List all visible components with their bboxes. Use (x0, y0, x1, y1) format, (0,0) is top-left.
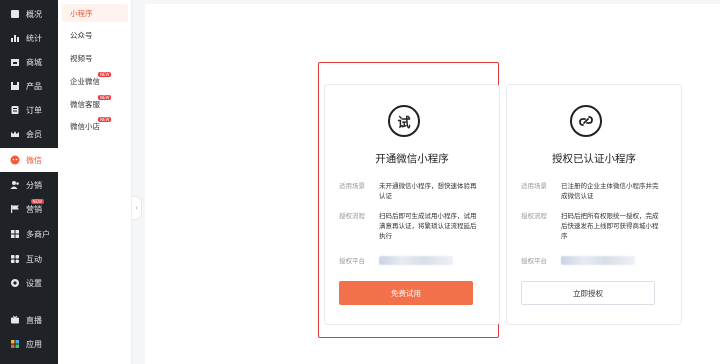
nav-item-settings[interactable]: 设置 (0, 271, 58, 295)
nav-item-wechat[interactable]: 微信 (0, 148, 58, 172)
nav-item-label: 概况 (26, 9, 42, 19)
platform-label: 授权平台 (339, 257, 365, 265)
mini-program-logo-icon (570, 105, 602, 137)
link-icon (579, 116, 593, 126)
scene-label: 适用场景 (339, 182, 365, 190)
card-title: 授权已认证小程序 (552, 153, 636, 165)
subnav-item-label: 企业微信 (70, 76, 100, 86)
nav-item-apps[interactable]: 应用 (0, 332, 58, 356)
new-badge: NEW (98, 72, 112, 77)
new-badge: NEW (98, 95, 112, 100)
logo-text: 试 (397, 115, 411, 131)
nav-item-live[interactable]: 直播 (0, 308, 58, 332)
trial-logo-icon: 试 (388, 105, 420, 137)
chevron-left-icon: ‹ (135, 204, 138, 212)
flow-label: 授权流程 (521, 212, 547, 220)
subnav-item-wechat-service[interactable]: 微信客服 NEW (62, 95, 128, 113)
nav-item-marketing[interactable]: 营销 NEW (0, 197, 58, 221)
nav-item-label: 营销 (26, 204, 42, 214)
nav-item-orders[interactable]: 订单 (0, 98, 58, 122)
subnav-item-wechat-shop[interactable]: 微信小店 NEW (62, 117, 128, 135)
bar-chart-icon (10, 33, 20, 43)
platform-row: 授权平台 (339, 256, 489, 268)
order-icon (10, 105, 20, 115)
nav-item-products[interactable]: 产品 (0, 74, 58, 98)
nav-item-label: 设置 (26, 278, 42, 288)
scene-value: 未开通微信小程序，想快速体验再认证 (379, 182, 477, 200)
platform-value (379, 256, 479, 268)
scene-row: 适用场景 未开通微信小程序，想快速体验再认证 (339, 181, 489, 201)
nav-item-label: 互动 (26, 254, 42, 264)
colorful-apps-icon (10, 339, 20, 349)
flow-row: 授权流程 扫码后即可生成试用小程序，试用满意再认证，将繁琐认证流程延后执行 (339, 211, 489, 241)
free-trial-button[interactable]: 免费试用 (339, 281, 473, 305)
card-title: 开通微信小程序 (375, 153, 449, 165)
nav-item-label: 直播 (26, 315, 42, 325)
blurred-platform (561, 256, 635, 265)
home-icon (10, 9, 20, 19)
nav-item-label: 商城 (26, 57, 42, 67)
blurred-platform (379, 256, 453, 265)
store-icon (10, 57, 20, 67)
nav-item-overview[interactable]: 概况 (0, 2, 58, 26)
gear-icon (10, 278, 20, 288)
tv-icon (10, 315, 20, 325)
collapse-sidebar-button[interactable]: ‹ (132, 196, 142, 220)
subnav-item-label: 公众号 (70, 30, 93, 40)
scene-value: 已注册的企业主体微信小程序并完成微信认证 (561, 182, 659, 200)
box-icon (10, 81, 20, 91)
flow-value: 扫码后即可生成试用小程序，试用满意再认证，将繁琐认证流程延后执行 (379, 212, 477, 240)
nav-item-multi-merchant[interactable]: 多商户 (0, 222, 58, 246)
subnav-item-official-account[interactable]: 公众号 (62, 26, 128, 44)
nav-item-interaction[interactable]: 互动 (0, 247, 58, 271)
subnav-item-wecom[interactable]: 企业微信 NEW (62, 72, 128, 90)
subnav-item-channels[interactable]: 视频号 (62, 49, 128, 67)
nav-item-label: 统计 (26, 33, 42, 43)
main-content: 试 开通微信小程序 适用场景 未开通微信小程序，想快速体验再认证 授权流程 扫码… (145, 4, 720, 364)
authorize-mini-program-card: 授权已认证小程序 适用场景 已注册的企业主体微信小程序并完成微信认证 授权流程 … (506, 84, 682, 325)
nav-item-members[interactable]: 会员 (0, 122, 58, 146)
main-sidebar: 概况 统计 商城 产品 订单 会员 微信 分销 营销 NEW 多商户 互动 设置… (0, 0, 58, 364)
nav-item-label: 多商户 (26, 229, 50, 239)
subnav-item-mini-program[interactable]: 小程序 (62, 4, 128, 22)
subnav-item-label: 微信小店 (70, 121, 100, 131)
platform-row: 授权平台 (521, 256, 671, 268)
shop-grid-icon (10, 229, 20, 239)
nav-item-store[interactable]: 商城 (0, 50, 58, 74)
nav-item-label: 应用 (26, 339, 42, 349)
open-mini-program-card: 试 开通微信小程序 适用场景 未开通微信小程序，想快速体验再认证 授权流程 扫码… (324, 84, 500, 325)
new-badge: NEW (98, 117, 112, 122)
subnav-item-label: 微信客服 (70, 99, 100, 109)
flag-icon (10, 204, 20, 214)
new-badge: NEW (30, 199, 44, 204)
sub-sidebar: 小程序 公众号 视频号 企业微信 NEW 微信客服 NEW 微信小店 NEW (58, 0, 132, 364)
scene-label: 适用场景 (521, 182, 547, 190)
flow-row: 授权流程 扫码后把所有权限统一授权，完成后快速发布上线即可获得商城小程序 (521, 211, 671, 241)
nav-item-label: 微信 (26, 155, 42, 165)
nav-item-label: 会员 (26, 129, 42, 139)
crown-icon (10, 129, 20, 139)
nav-item-label: 产品 (26, 81, 42, 91)
wechat-icon (10, 155, 20, 165)
subnav-item-label: 视频号 (70, 53, 93, 63)
scene-row: 适用场景 已注册的企业主体微信小程序并完成微信认证 (521, 181, 671, 201)
nav-item-distribution[interactable]: 分销 (0, 173, 58, 197)
flow-value: 扫码后把所有权限统一授权，完成后快速发布上线即可获得商城小程序 (561, 212, 659, 240)
flow-label: 授权流程 (339, 212, 365, 220)
nav-item-label: 订单 (26, 105, 42, 115)
authorize-now-button[interactable]: 立即授权 (521, 281, 655, 305)
people-icon (10, 180, 20, 190)
nav-item-label: 分销 (26, 180, 42, 190)
nav-item-stats[interactable]: 统计 (0, 26, 58, 50)
subnav-item-label: 小程序 (70, 8, 93, 18)
apps-icon (10, 254, 20, 264)
platform-value (561, 256, 661, 268)
platform-label: 授权平台 (521, 257, 547, 265)
